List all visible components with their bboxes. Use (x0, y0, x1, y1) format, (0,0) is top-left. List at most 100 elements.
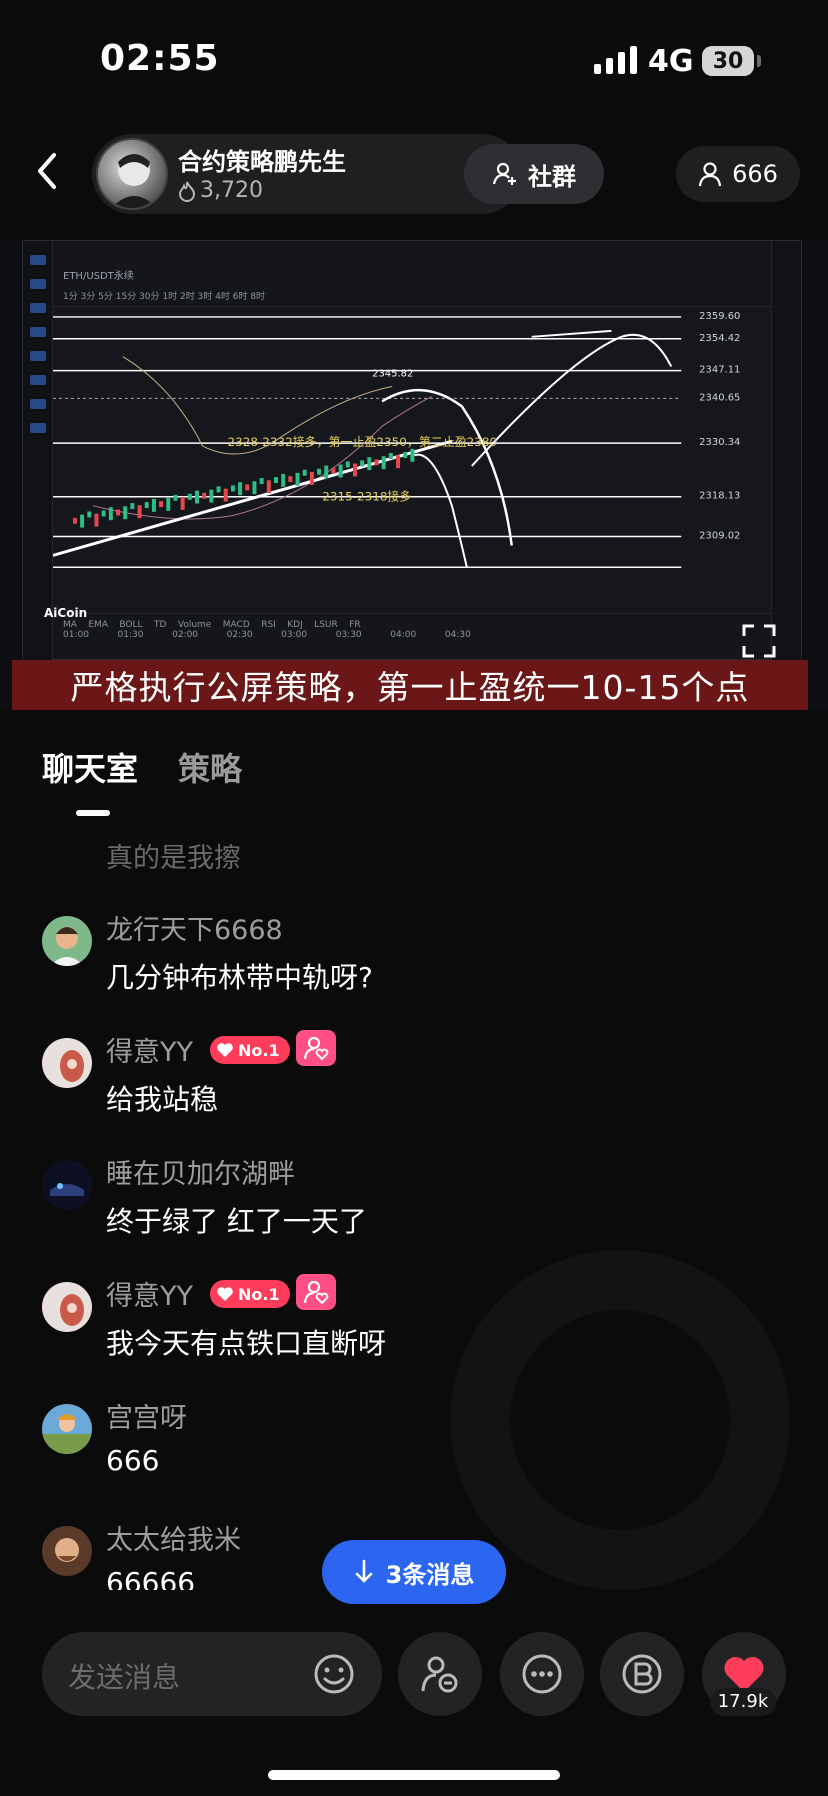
group-button[interactable]: 社群 (464, 144, 604, 204)
user-avatar[interactable] (42, 1160, 92, 1210)
candle (295, 472, 300, 486)
group-icon (492, 162, 516, 185)
candle (187, 493, 192, 500)
candle (72, 517, 77, 524)
user-avatar[interactable] (42, 916, 92, 966)
user-avatar[interactable] (42, 1404, 92, 1454)
live-header: 合约策略鹏先生 3,720 社群 666 (0, 128, 828, 214)
fan-club-badge (296, 1030, 336, 1066)
more-button[interactable] (500, 1632, 584, 1716)
candle (360, 460, 365, 467)
chart-symbol: ETH/USDT永续 (63, 271, 134, 282)
candle (123, 506, 128, 520)
candle (317, 468, 322, 475)
candle (151, 498, 156, 512)
viewer-count[interactable]: 666 (676, 146, 800, 202)
fan-icon (303, 1280, 329, 1305)
chat-username[interactable]: 龙行天下6668 (106, 908, 283, 947)
candle (238, 482, 243, 496)
fullscreen-icon[interactable] (742, 624, 776, 658)
candle (159, 501, 164, 508)
chat-message: 得意YY No.1 给我站稳 (42, 1030, 802, 1140)
chat-text: 给我站稳 (106, 1083, 219, 1116)
candle (281, 473, 286, 487)
price-tick: 2340.65 (699, 392, 740, 403)
candle (388, 453, 393, 460)
host-fans: 3,720 (178, 178, 263, 203)
price-tick: 2318.13 (699, 491, 740, 502)
new-messages-label: 3条消息 (385, 1560, 475, 1589)
status-bar: 02:55 4G 30 (0, 0, 828, 120)
chat-username[interactable]: 太太给我米 (106, 1518, 241, 1557)
chart-topbar: ETH/USDT永续 1分 3分 5分 15分 30分 1时 2时 3时 4时 … (53, 241, 771, 307)
message-input[interactable]: 发送消息 (42, 1632, 382, 1716)
chart-left-rail (23, 241, 53, 661)
candle (396, 455, 401, 469)
candle (245, 484, 250, 491)
fan-club-icon (421, 1656, 458, 1693)
emoji-button[interactable] (312, 1652, 356, 1696)
user-avatar[interactable] (42, 1282, 92, 1332)
candle (252, 481, 257, 495)
candle (273, 477, 278, 484)
chart-annotation: 2328-2332接多，第一止盈2350，第二止盈2380 (228, 434, 498, 449)
new-messages-button[interactable]: 3条消息 (322, 1540, 506, 1604)
chat-message: 睡在贝加尔湖畔 终于绿了 红了一天了 (42, 1152, 802, 1262)
candle (309, 471, 314, 485)
heart-icon (217, 1287, 233, 1301)
candle (324, 465, 329, 479)
battery-tip (757, 55, 761, 67)
rank-badge: No.1 (210, 1036, 290, 1064)
fan-club-button[interactable] (398, 1632, 482, 1716)
price-tick: 2309.02 (699, 531, 740, 542)
fans-count: 3,720 (200, 178, 263, 203)
heart-icon (217, 1043, 233, 1057)
back-button[interactable] (26, 150, 68, 192)
candle (137, 505, 142, 519)
candle (338, 464, 343, 478)
chat-username[interactable]: 得意YY (106, 1274, 193, 1313)
emoji-icon (314, 1654, 354, 1694)
message-input-placeholder: 发送消息 (68, 1661, 181, 1694)
candle (195, 490, 199, 504)
arrow-down-icon (355, 1559, 372, 1583)
tab-chat[interactable]: 聊天室 (42, 744, 138, 790)
signal-icon (594, 46, 637, 74)
candle (410, 448, 415, 462)
peak-label: 2345.82 (372, 369, 413, 380)
candle (331, 467, 336, 474)
chat-username[interactable]: 宫宫呀 (106, 1396, 187, 1435)
coin-button[interactable] (600, 1632, 684, 1716)
chart-annotation: 2315-2318接多 (322, 489, 411, 504)
user-avatar[interactable] (42, 1526, 92, 1576)
host-info[interactable]: 合约策略鹏先生 3,720 社群 (92, 134, 604, 214)
candle-chart: 2359.60 2354.42 2347.11 2340.65 2330.34 2318.… (53, 311, 740, 569)
home-indicator[interactable] (268, 1770, 560, 1780)
candle (166, 497, 171, 511)
chat-message: 得意YY No.1 我今天有点铁口直断呀 (42, 1274, 802, 1384)
group-button-label: 社群 (528, 162, 576, 191)
tab-strategy[interactable]: 策略 (178, 744, 242, 790)
chat-username[interactable]: 得意YY (106, 1030, 193, 1069)
like-count: 17.9k (710, 1688, 776, 1716)
price-tick: 2347.11 (699, 365, 740, 376)
candle (94, 513, 99, 527)
fan-icon (303, 1036, 329, 1061)
host-avatar[interactable] (96, 138, 168, 210)
coin-icon (622, 1654, 662, 1694)
chat-message: 宫宫呀 666 (42, 1396, 802, 1506)
chat-list[interactable]: 真的是我擦 龙行天下6668 几分钟布林带中轨呀? 得意YY No.1 给我站稳… (0, 830, 828, 1590)
candle (202, 492, 207, 499)
person-icon (698, 162, 722, 187)
live-video[interactable]: ETH/USDT永续 1分 3分 5分 15分 30分 1时 2时 3时 4时 … (0, 240, 828, 710)
candle (87, 511, 92, 518)
candle (259, 478, 264, 485)
candle (230, 485, 235, 492)
aicoin-logo: AiCoin (44, 606, 88, 620)
candle (173, 494, 178, 501)
chat-text: 666 (106, 1444, 160, 1477)
candle (381, 456, 386, 470)
chat-username[interactable]: 睡在贝加尔湖畔 (106, 1152, 295, 1191)
host-name: 合约策略鹏先生 (178, 148, 346, 176)
user-avatar[interactable] (42, 1038, 92, 1088)
